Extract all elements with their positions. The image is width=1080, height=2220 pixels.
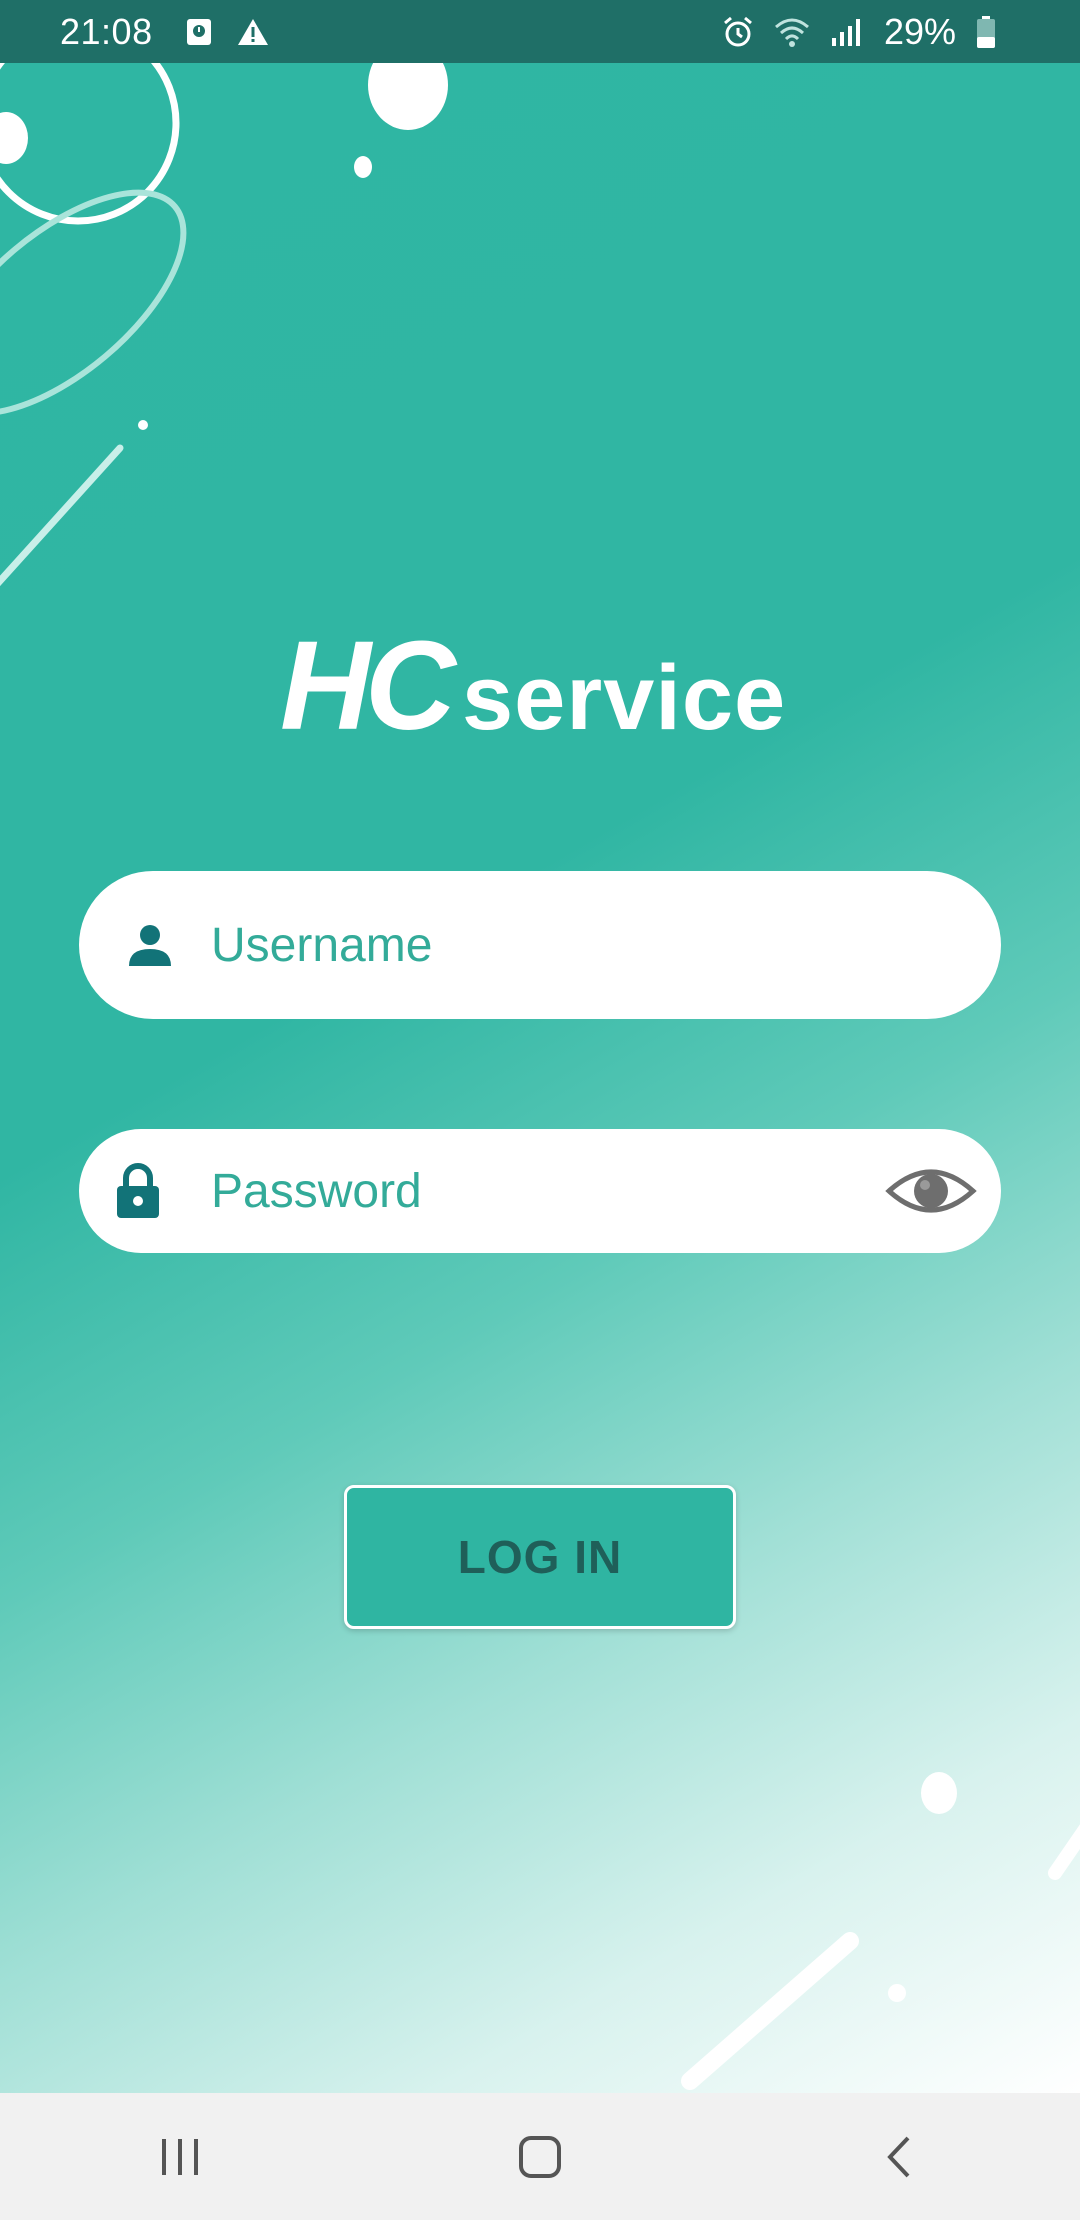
person-icon: [125, 917, 175, 973]
home-button[interactable]: [480, 2107, 600, 2207]
back-button[interactable]: [840, 2107, 960, 2207]
decor-dot-br: [921, 1772, 957, 1814]
wifi-icon: [772, 12, 812, 52]
decor-ellipse: [0, 189, 187, 417]
login-screen: 21:08 29% HC service Username LOG IN: [0, 0, 1080, 2220]
recent-apps-button[interactable]: [120, 2107, 240, 2207]
decor-oval: [368, 63, 448, 130]
decor-dot: [0, 112, 28, 164]
signal-icon: [826, 12, 866, 52]
status-left: 21:08: [60, 11, 287, 53]
password-input[interactable]: [209, 1162, 883, 1220]
warning-icon: [233, 12, 273, 52]
decor-line-br: [1048, 1824, 1080, 1880]
brand-logo: HC service: [280, 623, 800, 749]
screenshot-icon: [179, 12, 219, 52]
password-field[interactable]: [79, 1129, 1001, 1253]
battery-icon: [966, 12, 1006, 52]
recent-apps-icon: [162, 2138, 198, 2175]
status-bar: 21:08 29%: [0, 0, 1080, 63]
status-time: 21:08: [60, 10, 153, 52]
eye-icon[interactable]: [883, 1156, 979, 1226]
decor-dot-small: [354, 156, 372, 178]
alarm-icon: [718, 12, 758, 52]
battery-percent: 29%: [883, 10, 956, 52]
decor-line-bottom: [681, 1932, 859, 2090]
status-right: 29%: [718, 11, 1020, 53]
navigation-bar: [0, 2093, 1080, 2220]
decor-dot-tiny: [138, 420, 148, 430]
username-input[interactable]: [209, 916, 1001, 974]
logo-hc: HC: [280, 615, 456, 756]
decor-dot-bottom: [888, 1984, 906, 2002]
background-decorations: [0, 63, 1080, 2090]
lock-icon: [113, 1163, 163, 1219]
logo-service: service: [462, 647, 787, 749]
decor-line: [0, 444, 124, 587]
username-field[interactable]: [79, 871, 1001, 1019]
back-icon: [887, 2136, 910, 2177]
home-icon: [519, 2135, 561, 2178]
app-background: HC service Username LOG IN: [0, 63, 1080, 2093]
login-button[interactable]: LOG IN: [344, 1485, 736, 1629]
